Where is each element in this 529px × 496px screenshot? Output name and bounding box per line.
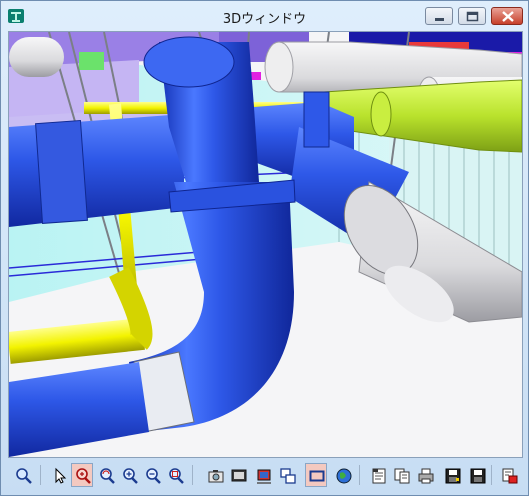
toolbar-separator: [359, 465, 360, 485]
magnifier-icon: [16, 468, 32, 484]
maximize-button[interactable]: [458, 7, 486, 25]
zoom-in-button[interactable]: [118, 463, 140, 487]
copy-button[interactable]: [390, 463, 412, 487]
export-icon: [502, 468, 518, 484]
rectangle-icon: [309, 470, 325, 482]
camera-icon: [208, 470, 224, 483]
magnifier-fit-icon: [169, 468, 184, 484]
maximize-icon: [466, 11, 479, 22]
print-button[interactable]: [414, 463, 436, 487]
properties-button[interactable]: [367, 463, 389, 487]
display-mode-button[interactable]: [227, 463, 249, 487]
save-button[interactable]: [466, 463, 488, 487]
floppy-disk-icon: [470, 468, 486, 484]
toolbar-separator: [491, 465, 492, 485]
zoom-realtime-button[interactable]: [71, 463, 93, 487]
copy-view-button[interactable]: [276, 463, 298, 487]
close-button[interactable]: [491, 7, 523, 25]
3d-viewport[interactable]: [8, 31, 523, 458]
camera-button[interactable]: [204, 463, 226, 487]
copy-icon: [394, 468, 410, 484]
screen-icon: [231, 469, 247, 482]
render-box-icon: [257, 469, 271, 484]
pointer-arrow-icon: [55, 467, 67, 484]
overlap-windows-icon: [280, 468, 296, 484]
save-image-icon: [445, 468, 461, 484]
app-window: 3Dウィンドウ: [0, 0, 529, 496]
properties-icon: [372, 468, 386, 484]
globe-icon: [336, 468, 352, 484]
minimize-icon: [435, 18, 444, 21]
rotate-view-button[interactable]: [95, 463, 117, 487]
export-button[interactable]: [498, 463, 520, 487]
magnifier-pan-icon: [76, 468, 91, 484]
close-icon: [502, 11, 514, 22]
frame-button[interactable]: [305, 463, 327, 487]
save-image-button[interactable]: [441, 463, 463, 487]
pipe-scene[interactable]: [9, 32, 522, 457]
render-button[interactable]: [252, 463, 274, 487]
minimize-button[interactable]: [425, 7, 453, 25]
magnifier-rotate-icon: [100, 468, 115, 484]
magnifier-minus-icon: [146, 468, 161, 484]
zoom-out-button[interactable]: [141, 463, 163, 487]
zoom-fit-button[interactable]: [164, 463, 186, 487]
printer-icon: [418, 468, 434, 484]
globe-button[interactable]: [332, 463, 354, 487]
toolbar-separator: [192, 465, 193, 485]
magnifier-plus-icon: [123, 468, 138, 484]
zoom-window-button[interactable]: [12, 463, 34, 487]
toolbar-separator: [40, 465, 41, 485]
select-button[interactable]: [48, 463, 70, 487]
toolbar: [8, 461, 521, 491]
title-bar[interactable]: 3Dウィンドウ: [1, 1, 528, 31]
